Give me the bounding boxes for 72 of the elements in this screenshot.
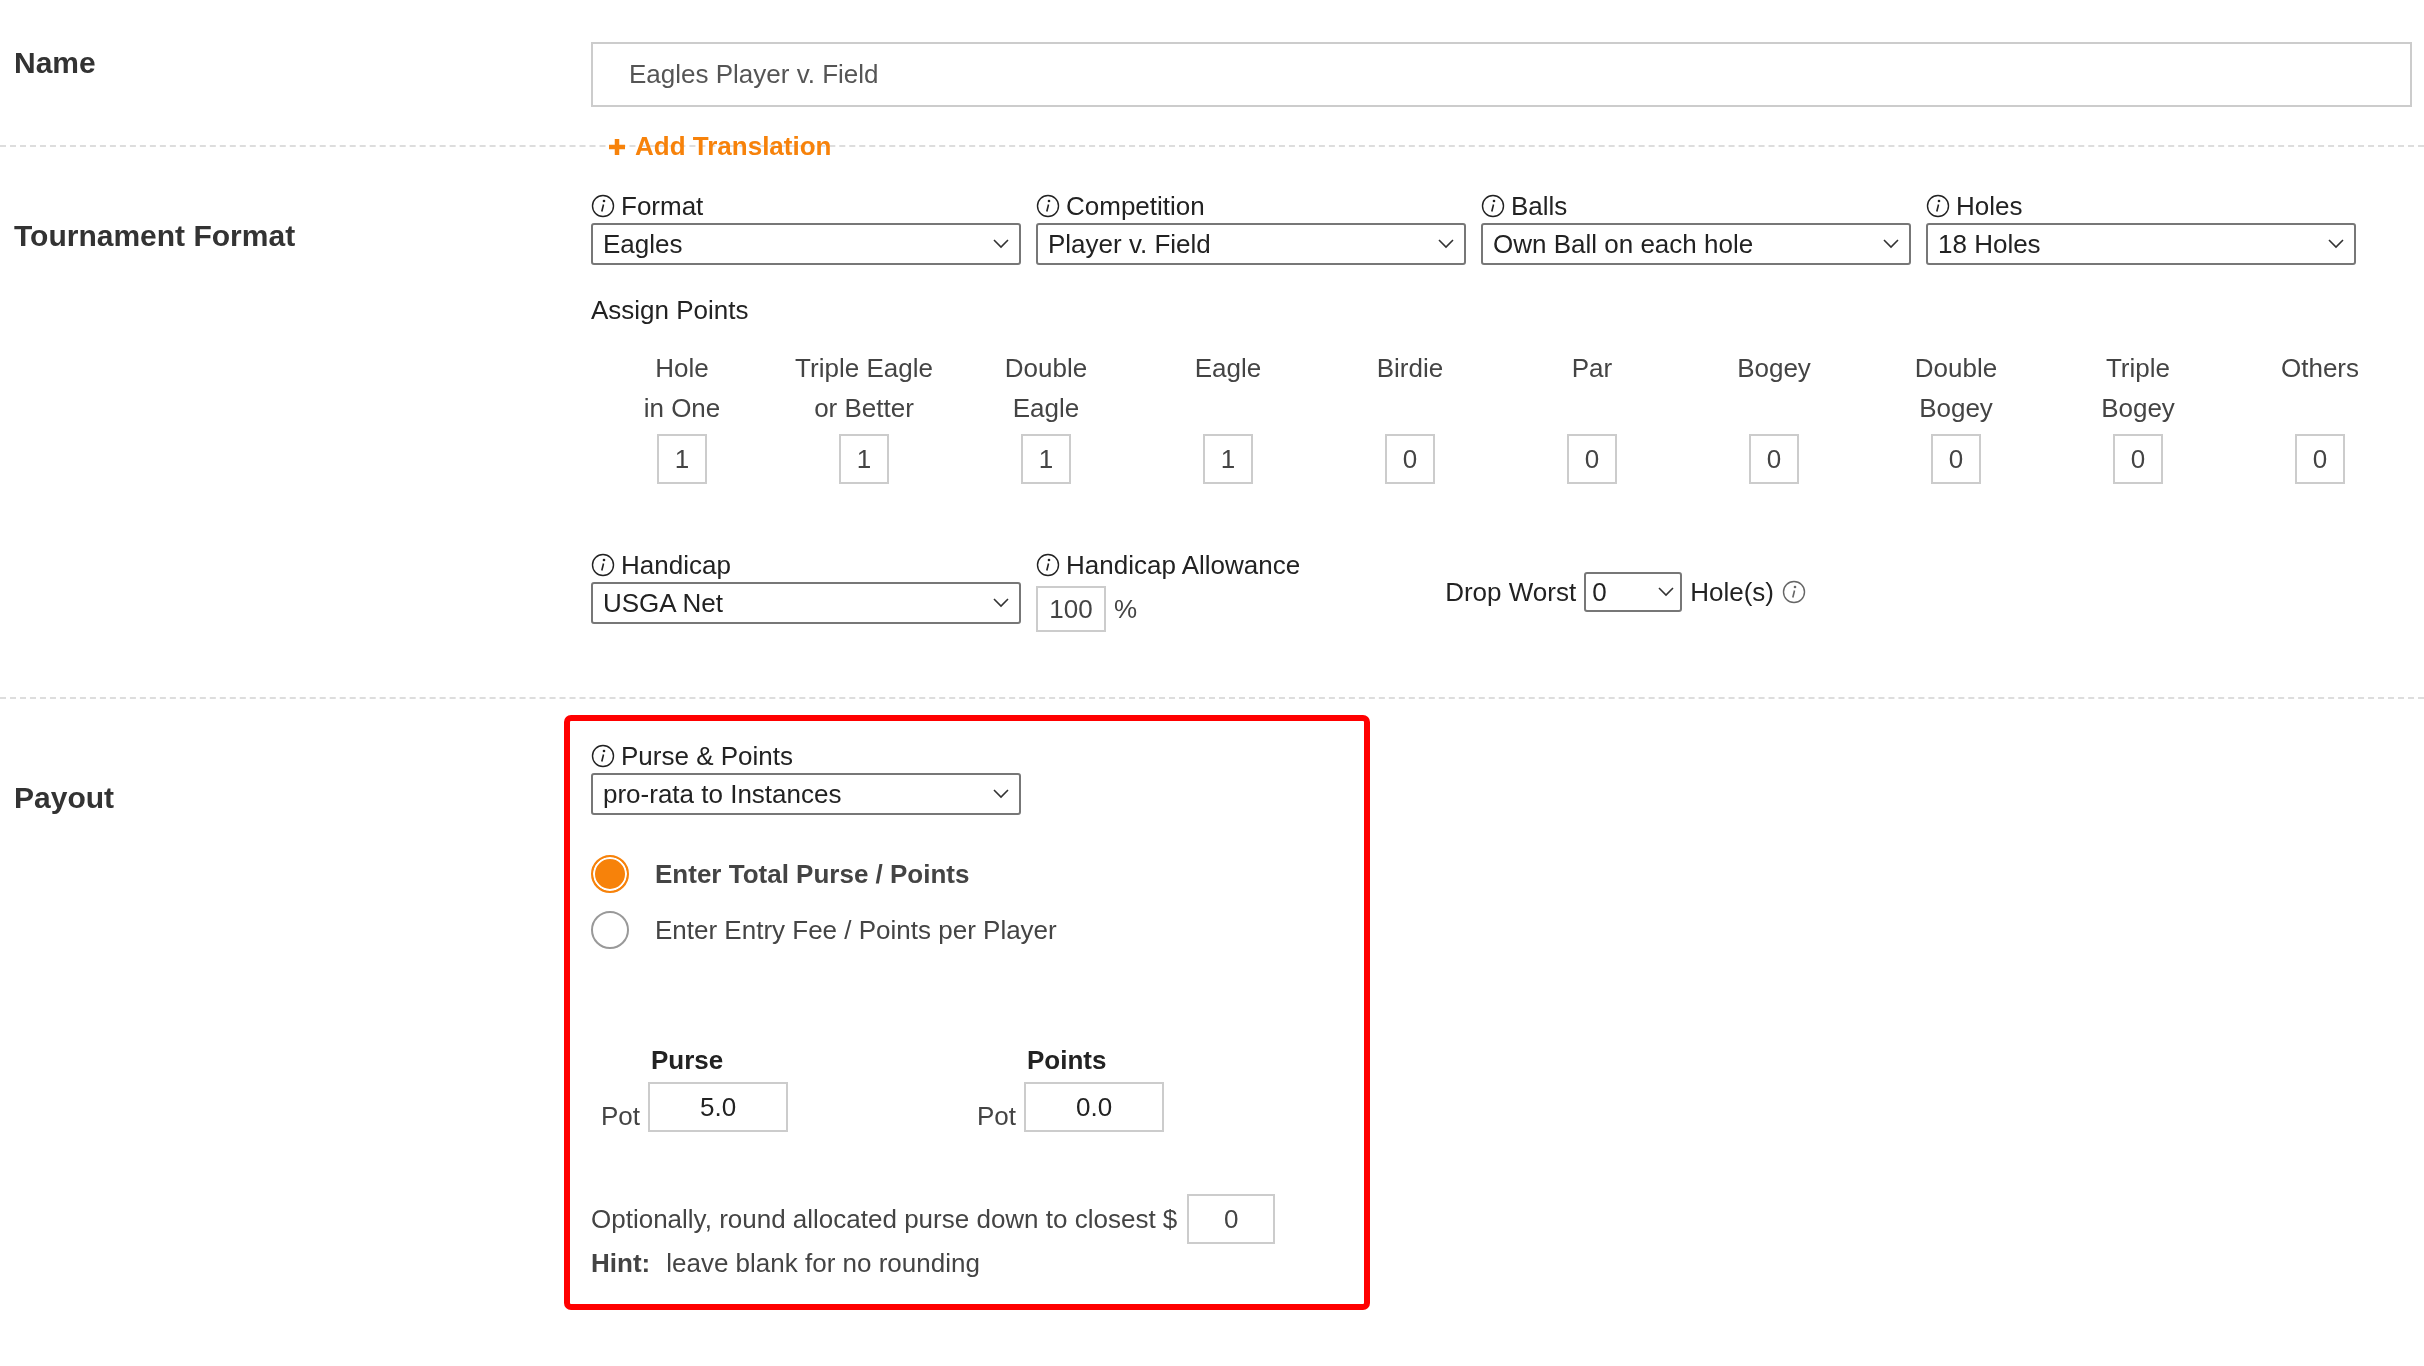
hint-label: Hint: (591, 1248, 651, 1279)
points-input-field[interactable]: 1 (657, 434, 707, 484)
chevron-icon (993, 789, 1009, 799)
info-icon[interactable] (1036, 553, 1060, 577)
dropdown[interactable]: Own Ball on each hole (1481, 223, 1911, 265)
field-label: Purse & Points (621, 740, 793, 772)
column-heading: Others (2281, 352, 2359, 385)
pot-input-field[interactable]: 5.0 (648, 1082, 789, 1132)
radio-label[interactable]: Enter Entry Fee / Points per Player (655, 914, 1057, 946)
dropdown[interactable]: Eagles (591, 223, 1021, 265)
column-heading: Bogey (1737, 352, 1811, 385)
dropdown[interactable]: 0 (1584, 572, 1683, 612)
field-label: Handicap Allowance (1066, 549, 1301, 581)
section-label: Payout (13, 780, 116, 816)
section-label: Name (13, 45, 97, 81)
column-heading: Par (1571, 352, 1613, 385)
field-label: Balls (1511, 190, 1568, 222)
assign-points-label: Assign Points (591, 295, 750, 326)
column-heading: Double Bogey (1914, 352, 1998, 425)
info-icon[interactable] (1036, 194, 1060, 218)
dropdown[interactable]: USGA Net (591, 582, 1021, 624)
chevron-icon (1438, 239, 1454, 249)
field-label: Hole(s) (1690, 576, 1774, 608)
dropdown[interactable]: Player v. Field (1036, 223, 1466, 265)
chevron-icon (1658, 587, 1675, 597)
points-input-field[interactable]: 0 (1931, 434, 1981, 484)
field-label: Pot (977, 1101, 1017, 1132)
points-input-field[interactable]: 0 (2113, 434, 2163, 484)
plus-icon (607, 136, 627, 157)
points-input-field[interactable]: 1 (839, 434, 889, 484)
chevron-icon (993, 239, 1009, 249)
chevron-icon (1883, 239, 1899, 249)
radio-button[interactable] (591, 855, 629, 893)
points-input-field[interactable]: 0 (1567, 434, 1617, 484)
points-input-field[interactable]: 1 (1203, 434, 1253, 484)
points-input-field[interactable]: 0 (1385, 434, 1435, 484)
field-label: Holes (1956, 190, 2023, 222)
points-input-field[interactable]: 0 (2295, 434, 2345, 484)
dropdown[interactable]: pro-rata to Instances (591, 773, 1021, 815)
pot-input-field[interactable]: 0.0 (1024, 1082, 1165, 1132)
rounding-input-field[interactable]: 0 (1187, 1194, 1276, 1244)
column-heading: Points (1027, 1045, 1108, 1076)
points-input-field[interactable]: 0 (1749, 434, 1799, 484)
column-heading: Hole in One (643, 352, 721, 425)
allowance-input-field[interactable]: 100 (1036, 586, 1106, 632)
section-label: Tournament Format (13, 218, 297, 254)
chevron-icon (2328, 239, 2344, 249)
column-heading: Triple Bogey (2101, 352, 2175, 425)
hint-text: leave blank for no rounding (666, 1248, 980, 1279)
radio-label[interactable]: Enter Total Purse / Points (655, 858, 970, 890)
info-icon[interactable] (591, 744, 615, 768)
column-heading: Birdie (1376, 352, 1444, 385)
info-icon[interactable] (1926, 194, 1950, 218)
radio-button[interactable] (591, 911, 629, 949)
info-icon[interactable] (591, 194, 615, 218)
field-label: Drop Worst (1445, 576, 1577, 608)
info-icon[interactable] (591, 553, 615, 577)
field-label: Competition (1066, 190, 1205, 222)
column-heading: Eagle (1194, 352, 1262, 385)
chevron-icon (993, 598, 1009, 608)
info-icon[interactable] (1481, 194, 1505, 218)
unit-label: % (1114, 593, 1138, 625)
column-heading: Double Eagle (1004, 352, 1088, 425)
column-heading: Purse (651, 1045, 725, 1076)
field-label: Pot (601, 1101, 641, 1132)
name-input-field[interactable]: Eagles Player v. Field (591, 42, 2412, 107)
field-label: Handicap (621, 549, 731, 581)
rounding-label: Optionally, round allocated purse down to closest $ (591, 1203, 1178, 1235)
field-label: Format (621, 190, 704, 222)
dropdown[interactable]: 18 Holes (1926, 223, 2356, 265)
points-input-field[interactable]: 1 (1021, 434, 1071, 484)
column-heading: Triple Eagle or Better (795, 352, 933, 425)
